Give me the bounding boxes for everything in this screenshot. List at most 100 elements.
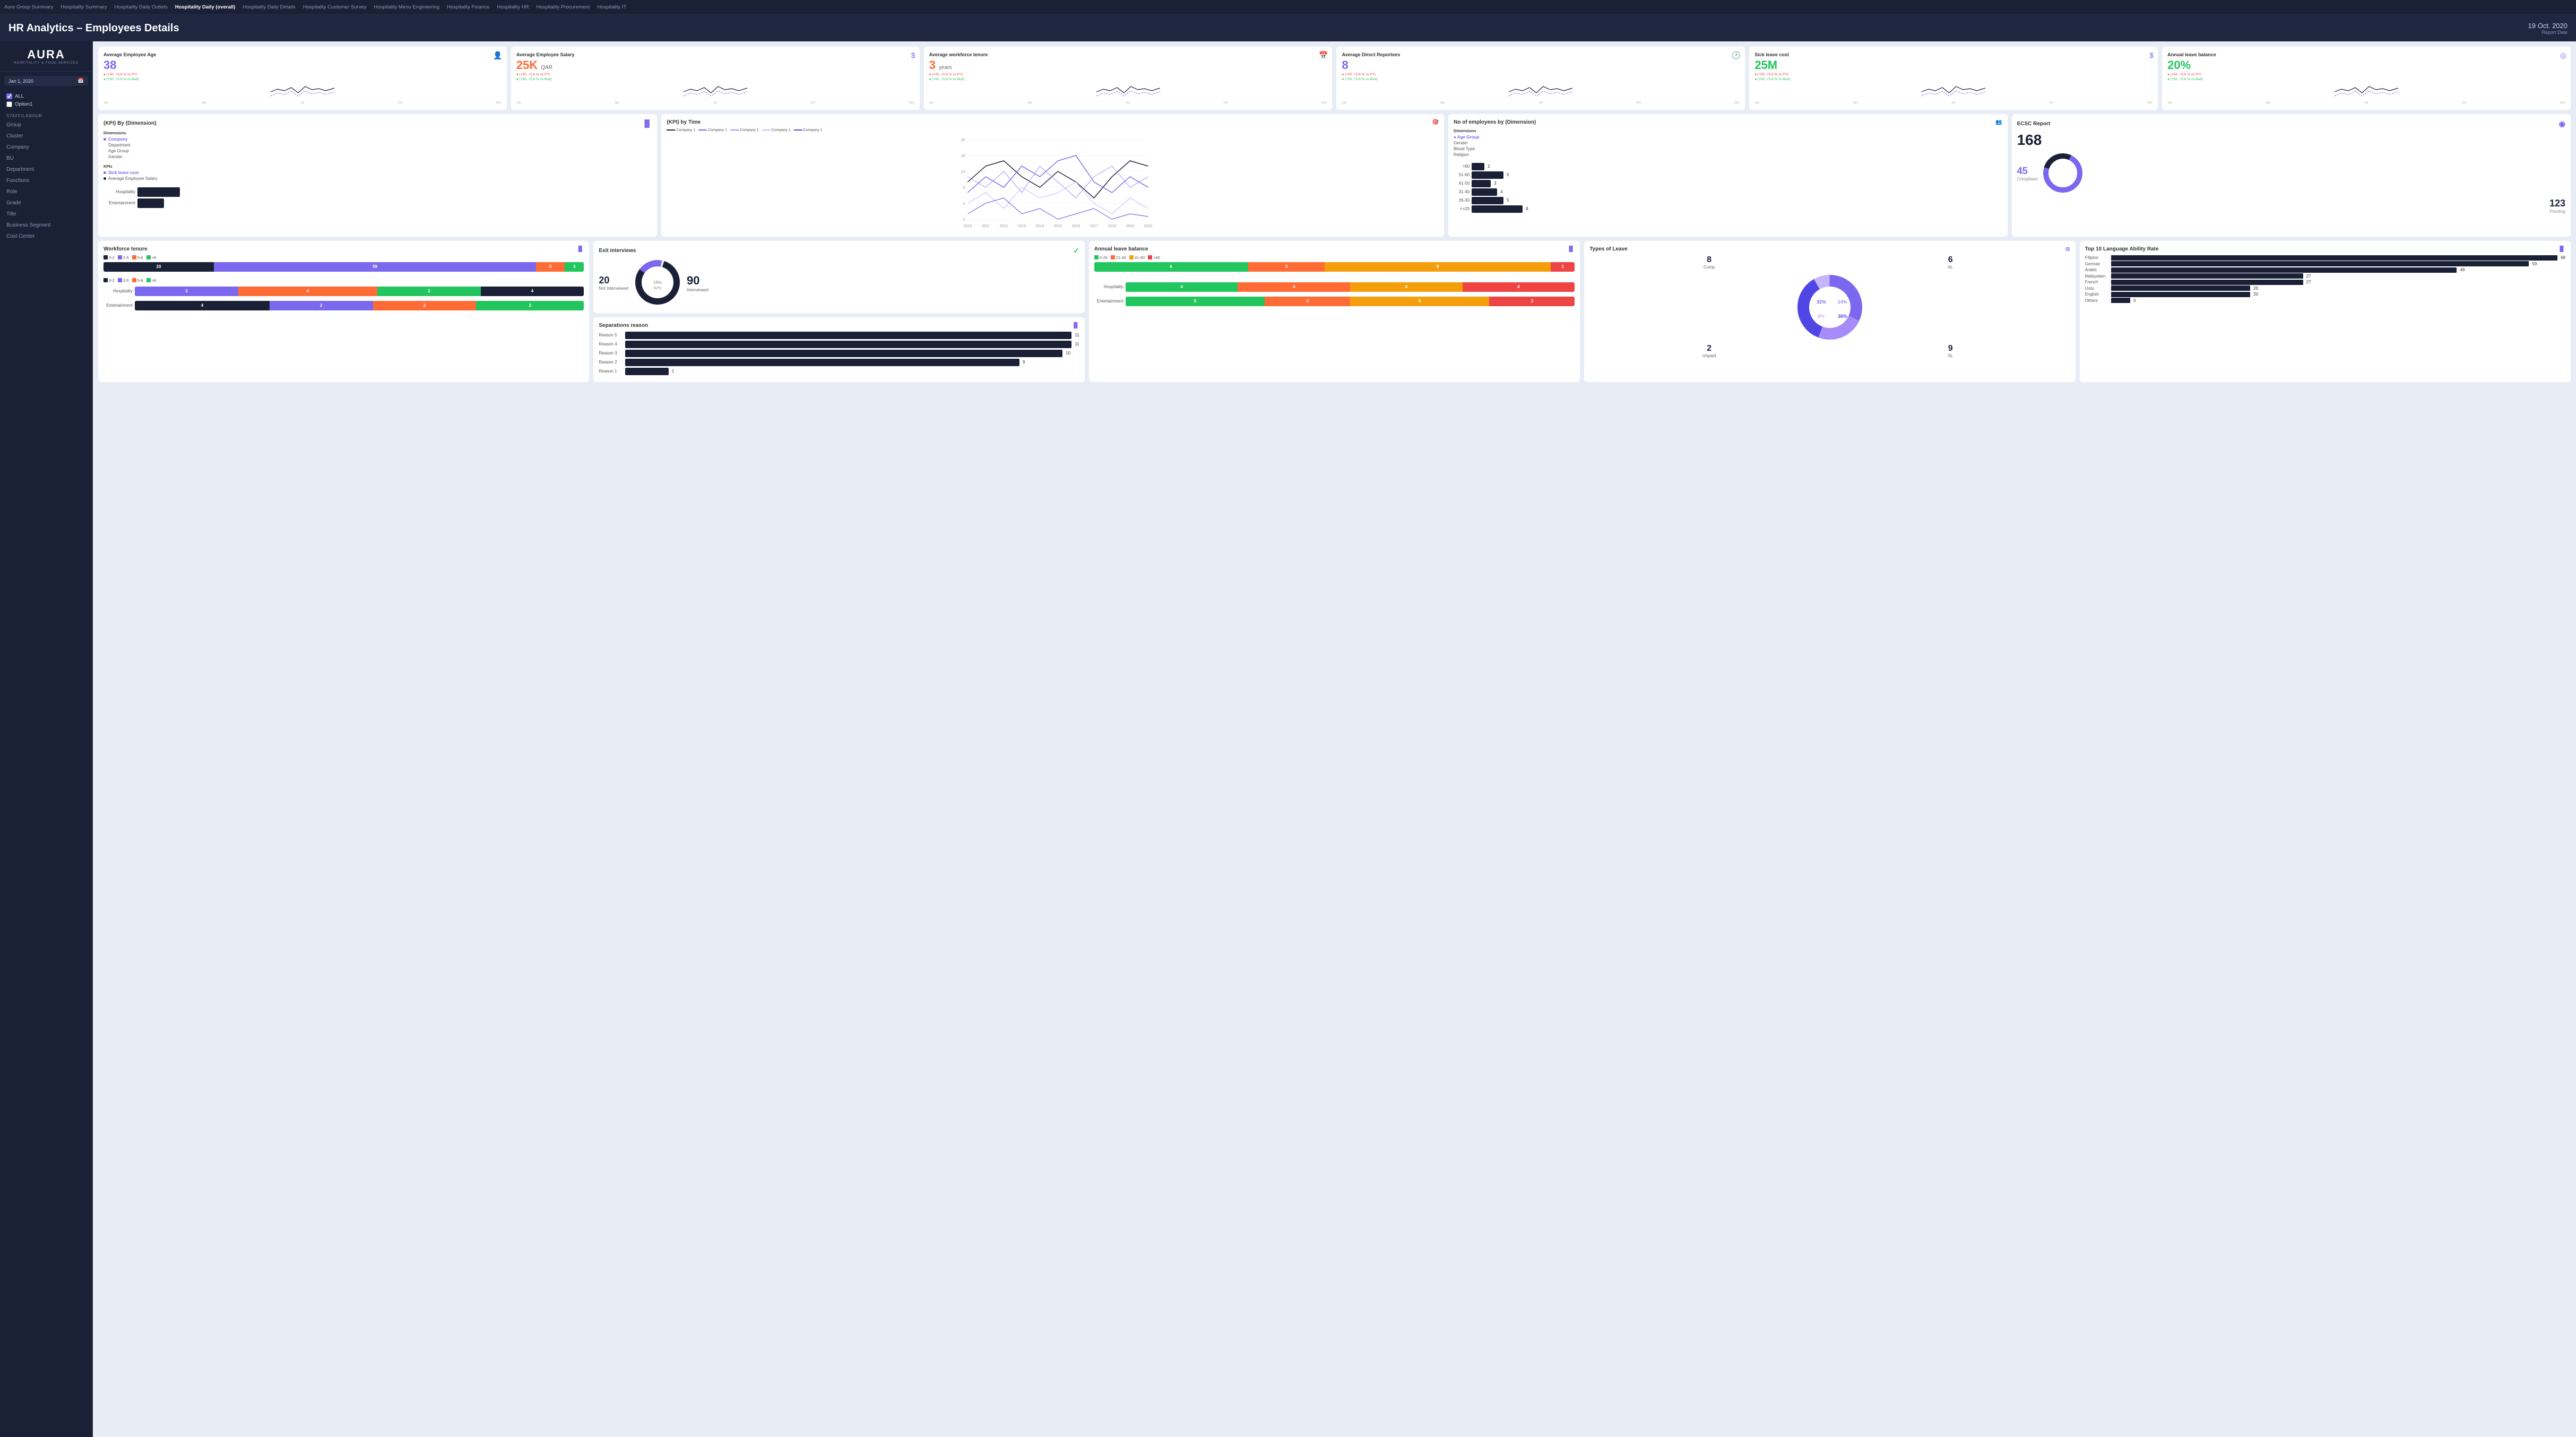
sidebar-item-business-segment[interactable]: Business Segment: [0, 220, 92, 231]
sep-bar-row: Reason 29: [599, 359, 1079, 366]
filter-checkboxes: ALL Option1: [0, 90, 92, 110]
bar-chart-icon: ▐▌: [642, 119, 652, 127]
sidebar-item-cluster[interactable]: Cluster: [0, 131, 92, 142]
kpi-label: Average workforce tenure: [929, 52, 1327, 58]
annual-icon: ▐▌: [1567, 246, 1575, 252]
annual-legend: 0-20 21-40 41-60 >60: [1094, 255, 1575, 260]
exit-title: Exit interviews: [599, 248, 636, 254]
emp-dim-bar-row: >602: [1454, 163, 2002, 170]
nav-item-aura-group-summary[interactable]: Aura Group Summary: [4, 4, 53, 10]
kpi-dim-title: (KPI) By (Dimension): [103, 120, 156, 126]
kpi-label: Average Employee Salary: [516, 52, 914, 58]
dimension-list: CompanyDepartmentAge GroupGender: [103, 136, 652, 160]
check-icon: ✓: [1073, 246, 1079, 255]
sidebar-item-group[interactable]: Group: [0, 119, 92, 131]
sidebar-item-role[interactable]: Role: [0, 186, 92, 197]
dim-item: Gender: [103, 154, 652, 160]
workforce-tenure-card: Workforce tenure ▐▌ 0-2 2-5 5-8 >8 20 59…: [98, 241, 589, 382]
nav-item-hospitality-menu-engineering[interactable]: Hospitality Menu Engineering: [374, 4, 439, 10]
kpi-label: Sick leave cost: [1754, 52, 2153, 58]
nav-item-hospitality-procurement[interactable]: Hospitality Procurement: [537, 4, 590, 10]
interviewed-label: Interviewed: [687, 288, 708, 292]
workforce-title: Workforce tenure: [103, 246, 148, 252]
nav-item-hospitality-customer-survey[interactable]: Hospitality Customer Survey: [303, 4, 367, 10]
sl-num: 9 SL: [1831, 344, 2070, 358]
svg-text:2010: 2010: [964, 224, 972, 228]
svg-text:2017: 2017: [1090, 224, 1099, 228]
sidebar-item-grade[interactable]: Grade: [0, 197, 92, 209]
dim-item: Company: [103, 136, 652, 142]
header-bar: HR Analytics – Employees Details 19 Oct.…: [0, 15, 2576, 41]
sidebar-nav: Staff/LabourGroupClusterCompanyBUDepartm…: [0, 110, 92, 242]
not-interviewed-label: Not Interviewed: [599, 286, 628, 291]
kpi-label: Average Direct Reportees: [1342, 52, 1740, 58]
sparkline: [103, 81, 502, 100]
annual-title: Annual leave balance: [1094, 246, 1148, 252]
nav-item-hospitality-summary[interactable]: Hospitality Summary: [60, 4, 107, 10]
date-filter[interactable]: Jan 1, 2020 📅: [4, 76, 88, 86]
lang-bar-row: German59: [2085, 261, 2565, 266]
kpi-by-dimension-card: (KPI) By (Dimension) ▐▌ Dimensions Compa…: [98, 114, 657, 237]
kpi-icon: $: [911, 51, 915, 59]
svg-text:2013: 2013: [1018, 224, 1026, 228]
charts-row: (KPI) By (Dimension) ▐▌ Dimensions Compa…: [98, 114, 2571, 237]
kpi-value: 25K QAR: [516, 59, 914, 72]
sep-bar-row: Reason 411: [599, 341, 1079, 348]
kpi-label: Average Employee Age: [103, 52, 502, 58]
kpi-list: Sick leave costAverage Employee Salary: [103, 170, 652, 181]
types-of-leave-card: Types of Leave ◎ 8 Comp 6 AL: [1584, 241, 2075, 382]
lang-bar-row: English20: [2085, 292, 2565, 297]
svg-text:30: 30: [961, 138, 965, 142]
svg-text:2015: 2015: [1054, 224, 1062, 228]
sparkline: [1754, 81, 2153, 100]
sep-icon: ▐▌: [1072, 323, 1079, 328]
separations-card: Separations reason ▐▌ Reason 511Reason 4…: [593, 317, 1084, 382]
sidebar-item-title[interactable]: Title: [0, 209, 92, 220]
svg-text:20: 20: [961, 154, 965, 158]
time-legend-item: Company 1: [730, 128, 759, 132]
sidebar-item-functions[interactable]: Functions: [0, 175, 92, 186]
sidebar-item-bu[interactable]: BU: [0, 153, 92, 164]
ecsc-completed-num: 45: [2017, 166, 2038, 177]
nav-item-hospitality-hr[interactable]: Hospitality HR: [497, 4, 529, 10]
nav-item-hospitality-daily-(overall)[interactable]: Hospitality Daily (overall): [175, 4, 236, 10]
kpi-value: 25M: [1754, 59, 2153, 72]
svg-text:10: 10: [961, 170, 965, 174]
kpi-icon: 📅: [1319, 51, 1328, 60]
nav-item-hospitality-daily-details[interactable]: Hospitality Daily Details: [243, 4, 295, 10]
emp-dim-bars: >60251-60541-50331-40426-305<=258: [1454, 163, 2002, 213]
svg-text:3: 3: [963, 218, 965, 222]
tenure-legend: 0-2 2-5 5-8 >8: [103, 255, 584, 260]
kpi-by-time-card: (KPI) by Time 🎯 Company 1Company 1Compan…: [661, 114, 1444, 237]
main-content: Average Employee Age 👤 38 ● (+50, +5,6 %…: [93, 41, 2576, 1437]
kpi-time-title: (KPI) by Time: [667, 119, 701, 125]
sep-title: Separations reason: [599, 323, 648, 328]
tenure-entertainment-row: Entertainment 4 2 2 2: [103, 299, 584, 312]
sep-bars: Reason 511Reason 411Reason 310Reason 29R…: [599, 332, 1079, 375]
checkbox-all[interactable]: ALL: [6, 92, 86, 100]
svg-text:2016: 2016: [1072, 224, 1080, 228]
sidebar-item-department[interactable]: Department: [0, 164, 92, 175]
kpi-card-4: Sick leave cost $ 25M ● (+50, +5,6 % vs …: [1749, 47, 2158, 110]
nav-item-hospitality-daily-outlets[interactable]: Hospitality Daily Outlets: [115, 4, 168, 10]
lang-bar-row: French27: [2085, 280, 2565, 285]
sidebar-item-cost-center[interactable]: Cost Center: [0, 231, 92, 242]
nav-item-hospitality-it[interactable]: Hospitality IT: [597, 4, 626, 10]
sep-bar-row: Reason 11: [599, 368, 1079, 375]
svg-text:3: 3: [963, 202, 965, 206]
ecsc-icon: ◉: [2559, 119, 2565, 128]
kpi-label: Annual leave balance: [2167, 52, 2565, 58]
emp-dim-bar-row: 31-404: [1454, 188, 2002, 196]
kpi-card-5: Annual leave balance ◎ 20% ● (+50, +5,6 …: [2162, 47, 2571, 110]
lang-bar-row: Urdu20: [2085, 285, 2565, 291]
kpi-value: 20%: [2167, 59, 2565, 72]
time-legend-item: Company 1: [698, 128, 727, 132]
checkbox-option1[interactable]: Option1: [6, 100, 86, 108]
dim-item: Department: [103, 142, 652, 148]
sidebar-item-company[interactable]: Company: [0, 142, 92, 153]
kpi-item: Average Employee Salary: [103, 176, 652, 181]
svg-text:24%: 24%: [1838, 299, 1847, 305]
emp-dim-bar-row: 26-305: [1454, 197, 2002, 204]
exit-sep-column: Exit interviews ✓ 20 Not Interviewed: [593, 241, 1084, 382]
nav-item-hospitality-finance[interactable]: Hospitality Finance: [447, 4, 489, 10]
